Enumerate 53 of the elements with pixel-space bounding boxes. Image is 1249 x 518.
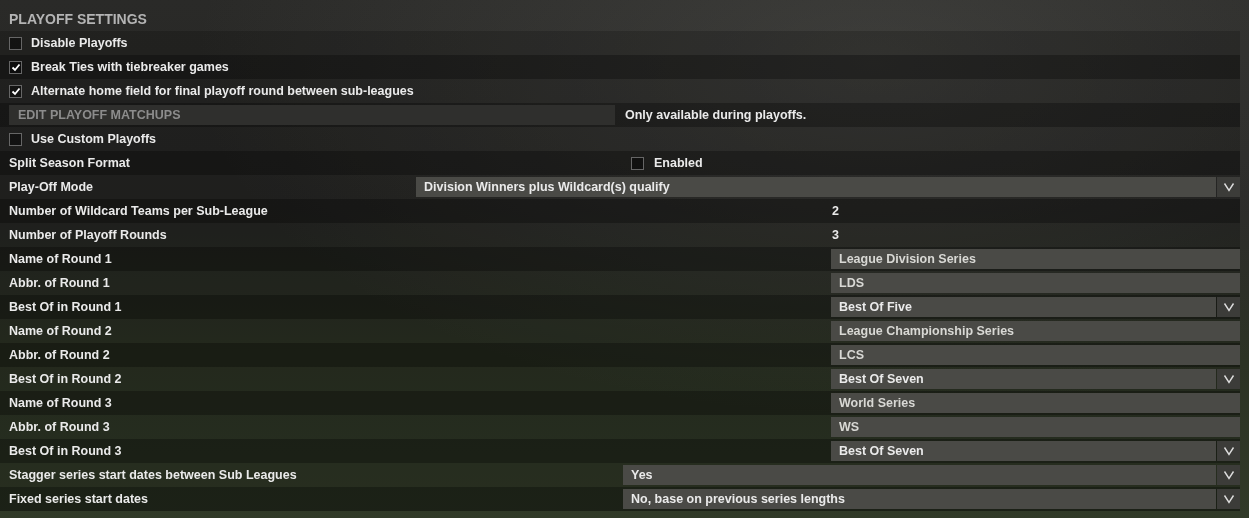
text-field[interactable]: WS bbox=[831, 417, 1240, 437]
setting-label: Fixed series start dates bbox=[9, 492, 149, 506]
chevron-down-icon bbox=[1222, 470, 1235, 480]
checkbox-label: Enabled bbox=[654, 156, 703, 170]
checkbox[interactable] bbox=[9, 36, 22, 50]
setting-label: Name of Round 2 bbox=[9, 324, 113, 338]
section-title: PLAYOFF SETTINGS bbox=[9, 10, 147, 27]
chevron-down-icon bbox=[1222, 446, 1235, 456]
dropdown-button[interactable] bbox=[1217, 441, 1240, 461]
dropdown[interactable]: No, base on previous series lengths bbox=[623, 489, 1216, 509]
dropdown[interactable]: Best Of Seven bbox=[831, 369, 1216, 389]
dropdown[interactable]: Best Of Five bbox=[831, 297, 1216, 317]
dropdown[interactable]: Division Winners plus Wildcard(s) qualify bbox=[416, 177, 1216, 197]
dropdown-button[interactable] bbox=[1217, 297, 1240, 317]
dropdown-button[interactable] bbox=[1217, 177, 1240, 197]
checkbox[interactable] bbox=[9, 60, 22, 74]
setting-label: Play-Off Mode bbox=[9, 180, 95, 194]
setting-label: Stagger series start dates between Sub Leagues bbox=[9, 468, 298, 482]
availability-note: Only available during playoffs. bbox=[624, 108, 808, 122]
checkbox-label: Disable Playoffs bbox=[31, 36, 128, 50]
setting-label: Abbr. of Round 2 bbox=[9, 348, 111, 362]
setting-label: Number of Wildcard Teams per Sub-League bbox=[9, 204, 269, 218]
chevron-down-icon bbox=[1222, 302, 1235, 312]
text-field[interactable]: LDS bbox=[831, 273, 1240, 293]
setting-label: Abbr. of Round 3 bbox=[9, 420, 111, 434]
chevron-down-icon bbox=[1222, 494, 1235, 504]
text-field[interactable]: League Division Series bbox=[831, 249, 1240, 269]
checkbox[interactable] bbox=[631, 156, 644, 170]
checkbox[interactable] bbox=[9, 132, 22, 146]
dropdown-button[interactable] bbox=[1217, 369, 1240, 389]
setting-label: Name of Round 3 bbox=[9, 396, 113, 410]
text-field[interactable]: LCS bbox=[831, 345, 1240, 365]
chevron-down-icon bbox=[1222, 182, 1235, 192]
setting-label: Number of Playoff Rounds bbox=[9, 228, 168, 242]
text-field[interactable]: League Championship Series bbox=[831, 321, 1240, 341]
setting-label: Abbr. of Round 1 bbox=[9, 276, 111, 290]
setting-label: Best Of in Round 3 bbox=[9, 444, 123, 458]
setting-label: Best Of in Round 1 bbox=[9, 300, 123, 314]
dropdown-button[interactable] bbox=[1217, 489, 1240, 509]
chevron-down-icon bbox=[1222, 374, 1235, 384]
setting-value: 3 bbox=[831, 228, 840, 242]
setting-label: Name of Round 1 bbox=[9, 252, 113, 266]
text-field[interactable]: World Series bbox=[831, 393, 1240, 413]
setting-value: 2 bbox=[831, 204, 840, 218]
dropdown[interactable]: Yes bbox=[623, 465, 1216, 485]
checkbox-label: Use Custom Playoffs bbox=[31, 132, 157, 146]
checkbox-label: Break Ties with tiebreaker games bbox=[31, 60, 229, 74]
setting-label: Best Of in Round 2 bbox=[9, 372, 123, 386]
dropdown-button[interactable] bbox=[1217, 465, 1240, 485]
setting-label: Split Season Format bbox=[9, 156, 131, 170]
dropdown[interactable]: Best Of Seven bbox=[831, 441, 1216, 461]
checkbox[interactable] bbox=[9, 84, 22, 98]
checkbox-label: Alternate home field for final playoff round between sub-leagues bbox=[31, 84, 414, 98]
